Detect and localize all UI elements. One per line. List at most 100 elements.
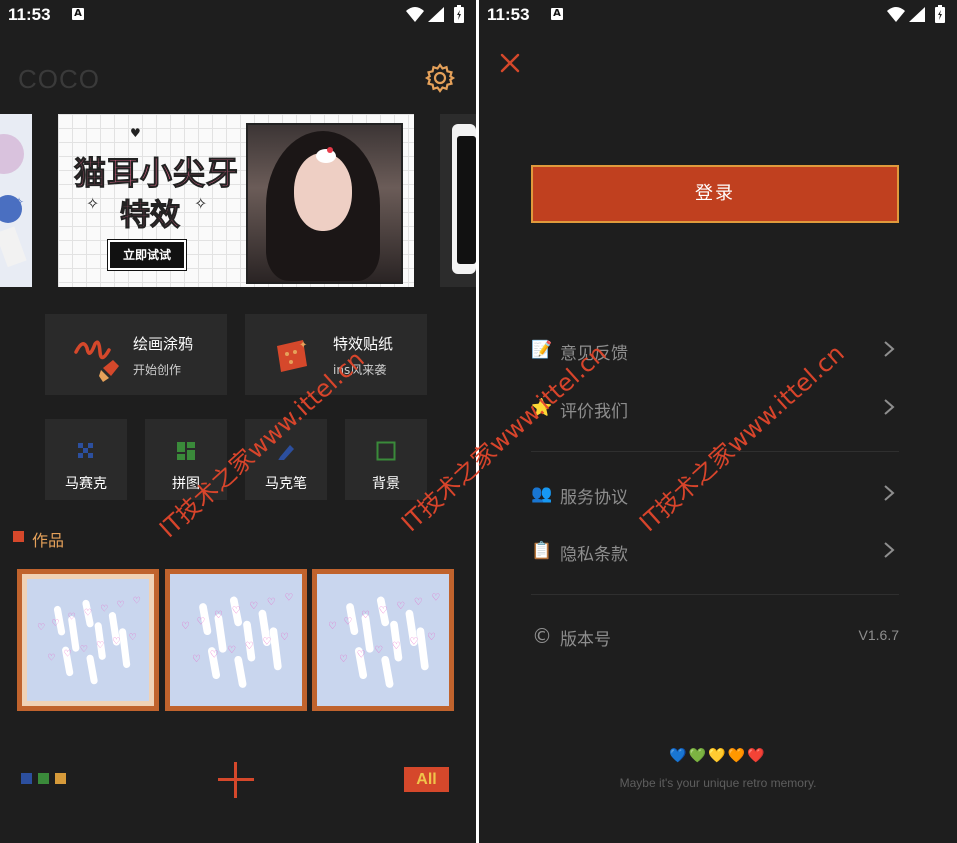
signal-icon — [428, 7, 444, 22]
doodle-heart: ♡ — [100, 605, 108, 615]
doodle-heart: ♡ — [414, 597, 423, 608]
promo-banner[interactable]: ♥ ✧ ✧ 猫耳小尖牙 特效 立即试试 — [58, 114, 414, 287]
chevron-right-icon — [884, 485, 895, 501]
doodle-stroke — [416, 627, 429, 671]
doodle-heart: ♡ — [361, 610, 370, 621]
add-plus-icon[interactable] — [218, 762, 254, 798]
doodle-heart: ♡ — [392, 641, 401, 652]
chevron-right-icon — [884, 341, 895, 357]
close-icon[interactable] — [499, 52, 521, 74]
version-value: V1.6.7 — [858, 627, 899, 643]
doodle-stroke — [361, 614, 374, 653]
work-thumbnail[interactable]: ♡ ♡ ♡ ♡ ♡ ♡ ♡ ♡ ♡ ♡ ♡ ♡ ♡ — [165, 569, 307, 711]
section-marker — [13, 531, 24, 542]
menu-item-rate-us[interactable]: ⭐ 评价我们 — [531, 395, 899, 425]
sparkle-icon: ✧ — [194, 194, 208, 213]
tool-marker[interactable]: 马克笔 — [245, 419, 327, 500]
marker-icon — [278, 445, 294, 460]
settings-gear-icon[interactable] — [424, 62, 456, 94]
collage-icon — [177, 442, 195, 460]
doodle-heart: ♡ — [196, 617, 205, 628]
hearts-decoration: 💙💚💛🧡❤️ — [669, 748, 767, 764]
heart-icon: ♥ — [130, 126, 141, 140]
doodle-heart: ♡ — [431, 592, 440, 603]
doodle-heart: ♡ — [343, 617, 352, 628]
doodle-heart: ♡ — [210, 650, 219, 661]
star-icon: ⭐ — [531, 398, 553, 418]
doodle-stroke — [119, 628, 131, 668]
doodle-heart: ♡ — [379, 606, 388, 617]
draw-doodle-card[interactable]: 绘画涂鸦 开始创作 — [45, 314, 227, 395]
doodle-heart: ♡ — [214, 610, 223, 621]
people-icon: 👥 — [531, 484, 553, 504]
doodle-heart: ♡ — [84, 609, 92, 619]
status-bar: 11:53 A — [0, 0, 476, 30]
notification-icon: A — [72, 8, 84, 20]
doodle-heart: ♡ — [245, 641, 254, 652]
color-swatch-orange[interactable] — [55, 773, 66, 784]
doodle-heart: ♡ — [284, 592, 293, 603]
doodle-heart: ♡ — [396, 601, 405, 612]
doodle-stroke — [269, 627, 282, 671]
home-screen: 11:53 A COCO ✧ ♥ ✧ ✧ 猫耳小尖牙 特效 立即试试 绘画涂鸦 … — [0, 0, 476, 843]
battery-icon — [454, 5, 464, 23]
tool-background[interactable]: 背景 — [345, 419, 427, 500]
chevron-right-icon — [884, 542, 895, 558]
banner-title: 猫耳小尖牙 — [73, 154, 240, 193]
doodle-heart: ♡ — [262, 636, 271, 647]
doodle-heart: ♡ — [374, 645, 383, 656]
doodle-heart: ♡ — [116, 600, 124, 610]
all-works-button[interactable]: All — [404, 767, 449, 792]
tool-label: 马克笔 — [265, 476, 307, 492]
banner-subtitle: 特效 — [120, 198, 181, 234]
menu-item-feedback[interactable]: 📝 意见反馈 — [531, 337, 899, 367]
tool-mosaic[interactable]: 马赛克 — [45, 419, 127, 500]
doodle-heart: ♡ — [267, 597, 276, 608]
work-art: ♡ ♡ ♡ ♡ ♡ ♡ ♡ ♡ ♡ ♡ ♡ ♡ ♡ — [27, 579, 149, 701]
menu-item-privacy[interactable]: 📋 隐私条款 — [531, 538, 899, 568]
doodle-heart: ♡ — [192, 654, 201, 665]
doodle-heart: ♡ — [181, 621, 190, 632]
doodle-heart: ♡ — [249, 601, 258, 612]
doodle-stroke — [68, 616, 80, 652]
work-thumbnail[interactable]: ♡ ♡ ♡ ♡ ♡ ♡ ♡ ♡ ♡ ♡ ♡ ♡ ♡ — [17, 569, 159, 711]
memo-icon: 📝 — [531, 340, 553, 360]
version-row: © 版本号 V1.6.7 — [531, 623, 899, 653]
banner-try-button[interactable]: 立即试试 — [107, 239, 187, 271]
drawer-menu: 11:53 A 登录 📝 意见反馈 ⭐ 评价我们 👥 服务协议 📋 隐私条款 ©… — [479, 0, 957, 843]
wifi-icon — [887, 7, 905, 22]
doodle-heart: ♡ — [339, 654, 348, 665]
work-thumbnail[interactable]: ♡ ♡ ♡ ♡ ♡ ♡ ♡ ♡ ♡ ♡ ♡ ♡ ♡ — [312, 569, 454, 711]
banner-prev-art: ✧ — [0, 134, 27, 268]
app-title: COCO — [18, 64, 100, 94]
menu-item-label: 服务协议 — [560, 488, 628, 508]
banner-photo — [246, 123, 403, 284]
login-button[interactable]: 登录 — [531, 165, 899, 223]
card-title: 特效贴纸 — [333, 335, 394, 353]
banner-next-art — [452, 124, 476, 274]
signal-icon — [909, 7, 925, 22]
work-art: ♡ ♡ ♡ ♡ ♡ ♡ ♡ ♡ ♡ ♡ ♡ ♡ ♡ — [170, 574, 302, 706]
status-time: 11:53 — [8, 5, 51, 24]
tool-collage[interactable]: 拼图 — [145, 419, 227, 500]
doodle-heart: ♡ — [227, 645, 236, 656]
hello-kitty-clip-icon — [316, 147, 336, 163]
banner-prev-peek[interactable]: ✧ — [0, 114, 32, 287]
status-time: 11:53 — [487, 5, 530, 24]
menu-item-service-agreement[interactable]: 👥 服务协议 — [531, 481, 899, 511]
works-section-title: 作品 — [32, 531, 65, 550]
doodle-heart: ♡ — [133, 596, 141, 606]
color-swatch-green[interactable] — [38, 773, 49, 784]
effect-sticker-card[interactable]: ✦ 特效贴纸 ins风来袭 — [245, 314, 427, 395]
banner-next-peek[interactable] — [440, 114, 476, 287]
sticker-icon: ✦ — [277, 340, 307, 372]
status-icons — [406, 5, 464, 23]
menu-item-label: 评价我们 — [560, 402, 628, 422]
battery-icon — [935, 5, 945, 23]
doodle-heart: ♡ — [112, 637, 120, 647]
photo-face — [294, 153, 352, 231]
doodle-art: ♡ ♡ ♡ ♡ ♡ ♡ ♡ ♡ ♡ ♡ ♡ ♡ ♡ — [37, 596, 141, 685]
color-swatch-blue[interactable] — [21, 773, 32, 784]
doodle-heart: ♡ — [129, 633, 137, 643]
doodle-heart: ♡ — [80, 645, 88, 655]
